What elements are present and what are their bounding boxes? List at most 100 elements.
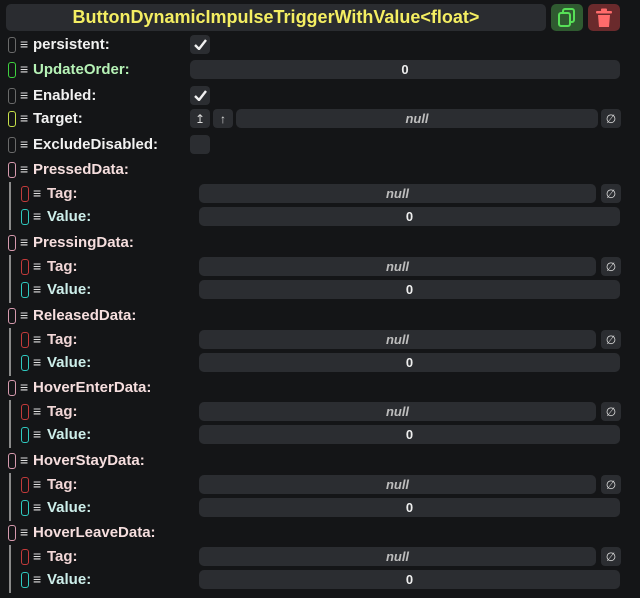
duplicate-button[interactable] <box>551 4 583 31</box>
value-label: Value: <box>47 499 92 516</box>
field-indicator[interactable] <box>21 355 29 371</box>
drag-handle-icon[interactable]: ≡ <box>33 402 45 421</box>
field-indicator[interactable] <box>21 477 29 493</box>
drag-handle-icon[interactable]: ≡ <box>20 233 32 252</box>
field-indicator[interactable] <box>21 186 29 202</box>
group-value-row: ≡ Value: 0 <box>0 423 640 446</box>
field-label: Target: <box>33 110 83 127</box>
value-input[interactable]: 0 <box>199 207 620 226</box>
persistent-checkbox[interactable] <box>190 35 210 54</box>
tag-input[interactable]: null <box>199 330 596 349</box>
value-input[interactable]: 0 <box>199 353 620 372</box>
tag-label: Tag: <box>47 476 78 493</box>
group-value-row: ≡ Value: 0 <box>0 205 640 228</box>
exclude-disabled-checkbox[interactable] <box>190 135 210 154</box>
drag-handle-icon[interactable]: ≡ <box>33 280 45 299</box>
field-indicator[interactable] <box>8 162 16 178</box>
group-label: PressingData: <box>33 234 134 251</box>
tag-clear-button[interactable]: ∅ <box>601 475 621 494</box>
field-indicator[interactable] <box>21 332 29 348</box>
field-indicator[interactable] <box>8 62 16 78</box>
tag-input[interactable]: null <box>199 547 596 566</box>
group-label: HoverStayData: <box>33 452 145 469</box>
field-indicator[interactable] <box>8 235 16 251</box>
field-indicator[interactable] <box>21 209 29 225</box>
drag-handle-icon[interactable]: ≡ <box>33 547 45 566</box>
field-label: UpdateOrder: <box>33 61 130 78</box>
drag-handle-icon[interactable]: ≡ <box>20 523 32 542</box>
field-indicator[interactable] <box>21 259 29 275</box>
field-indicator[interactable] <box>21 404 29 420</box>
drag-handle-icon[interactable]: ≡ <box>33 353 45 372</box>
tag-input[interactable]: null <box>199 184 596 203</box>
tag-input[interactable]: null <box>199 257 596 276</box>
drag-handle-icon[interactable]: ≡ <box>33 425 45 444</box>
field-indicator[interactable] <box>8 111 16 127</box>
tag-clear-button[interactable]: ∅ <box>601 547 621 566</box>
group-value-row: ≡ Value: 0 <box>0 351 640 374</box>
tag-clear-button[interactable]: ∅ <box>601 402 621 421</box>
field-indicator[interactable] <box>8 308 16 324</box>
drag-handle-icon[interactable]: ≡ <box>33 184 45 203</box>
target-ref-field[interactable]: null <box>236 109 598 128</box>
field-indicator[interactable] <box>21 282 29 298</box>
field-indicator[interactable] <box>8 525 16 541</box>
target-clear-button[interactable]: ∅ <box>601 109 621 128</box>
drag-handle-icon[interactable]: ≡ <box>20 60 32 79</box>
drag-handle-icon[interactable]: ≡ <box>20 135 32 154</box>
tag-input[interactable]: null <box>199 475 596 494</box>
field-label: Enabled: <box>33 87 97 104</box>
drag-handle-icon[interactable]: ≡ <box>33 570 45 589</box>
field-indicator[interactable] <box>8 37 16 53</box>
component-header: ButtonDynamicImpulseTriggerWithValue<flo… <box>6 4 546 31</box>
drag-handle-icon[interactable]: ≡ <box>33 207 45 226</box>
tag-label: Tag: <box>47 548 78 565</box>
field-indicator[interactable] <box>8 380 16 396</box>
group-tag-row: ≡ Tag: null ∅ <box>0 545 640 568</box>
drag-handle-icon[interactable]: ≡ <box>20 378 32 397</box>
group-label: HoverLeaveData: <box>33 524 156 541</box>
tag-clear-button[interactable]: ∅ <box>601 257 621 276</box>
tag-label: Tag: <box>47 403 78 420</box>
field-indicator[interactable] <box>21 500 29 516</box>
enabled-checkbox[interactable] <box>190 86 210 105</box>
drag-handle-icon[interactable]: ≡ <box>20 35 32 54</box>
tag-input[interactable]: null <box>199 402 596 421</box>
field-indicator[interactable] <box>8 453 16 469</box>
group-value-row: ≡ Value: 0 <box>0 278 640 301</box>
drag-handle-icon[interactable]: ≡ <box>20 451 32 470</box>
drag-handle-icon[interactable]: ≡ <box>33 498 45 517</box>
field-indicator[interactable] <box>8 137 16 153</box>
update-order-input[interactable]: 0 <box>190 60 620 79</box>
value-input[interactable]: 0 <box>199 280 620 299</box>
target-up-button[interactable]: ↑ <box>213 109 233 128</box>
checkmark-icon <box>193 90 207 101</box>
drag-handle-icon[interactable]: ≡ <box>33 257 45 276</box>
field-label: ExcludeDisabled: <box>33 136 159 153</box>
drag-handle-icon[interactable]: ≡ <box>33 330 45 349</box>
null-icon: ∅ <box>605 404 617 419</box>
field-indicator[interactable] <box>21 427 29 443</box>
drag-handle-icon[interactable]: ≡ <box>20 86 32 105</box>
drag-handle-icon[interactable]: ≡ <box>20 306 32 325</box>
field-enabled: ≡ Enabled: <box>0 84 640 107</box>
group-header: ≡ HoverEnterData: <box>0 376 640 399</box>
drag-handle-icon[interactable]: ≡ <box>20 160 32 179</box>
value-label: Value: <box>47 281 92 298</box>
tag-clear-button[interactable]: ∅ <box>601 184 621 203</box>
delete-button[interactable] <box>588 4 620 31</box>
field-indicator[interactable] <box>21 572 29 588</box>
group-tag-row: ≡ Tag: null ∅ <box>0 182 640 205</box>
drag-handle-icon[interactable]: ≡ <box>33 475 45 494</box>
tag-clear-button[interactable]: ∅ <box>601 330 621 349</box>
target-parent-button[interactable]: ↥ <box>190 109 210 128</box>
value-input[interactable]: 0 <box>199 498 620 517</box>
field-label: persistent: <box>33 36 110 53</box>
group-label: ReleasedData: <box>33 307 137 324</box>
group-header: ≡ PressingData: <box>0 231 640 254</box>
drag-handle-icon[interactable]: ≡ <box>20 109 32 128</box>
field-indicator[interactable] <box>8 88 16 104</box>
field-indicator[interactable] <box>21 549 29 565</box>
value-input[interactable]: 0 <box>199 425 620 444</box>
value-input[interactable]: 0 <box>199 570 620 589</box>
